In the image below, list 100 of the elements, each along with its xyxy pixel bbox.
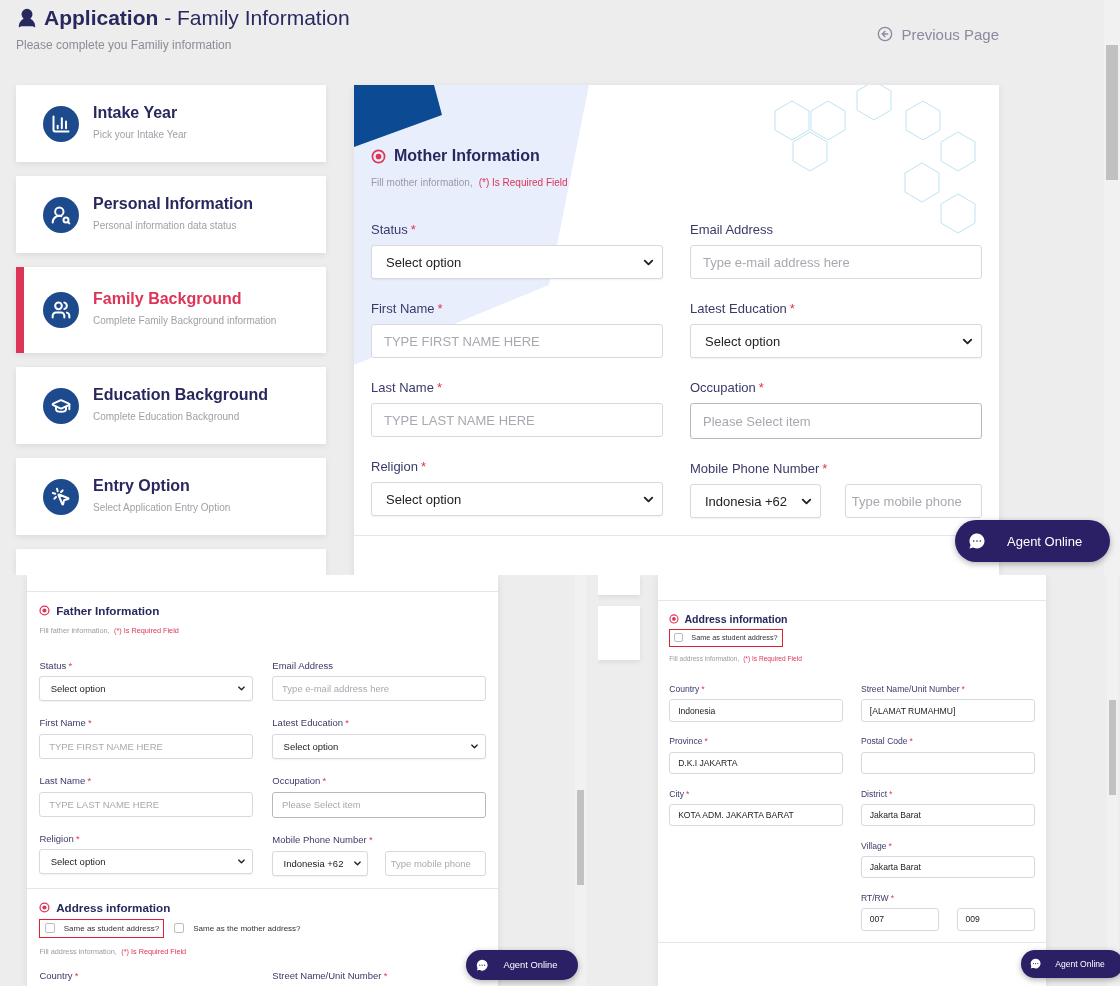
step-card[interactable] [598,606,640,660]
bar-chart-icon [43,105,79,142]
field-label: Country * [39,970,80,982]
field-label: Country * [669,684,706,695]
chat-icon [474,957,489,973]
step-subtitle: Complete Family Background information [93,314,278,328]
text-field[interactable]: Type e-mail address here [272,676,486,702]
field-label: Last Name * [39,774,93,786]
field-label: First Name * [39,717,93,729]
field-label: Mobile Phone Number * [690,461,829,476]
step-title: Personal Information [93,194,255,213]
field-label: First Name * [371,301,444,316]
page-subtitle: Please complete you Familiy information [16,38,233,52]
field-label: Street Name/Unit Number * [272,970,389,982]
agent-online-button[interactable]: Agent Online [466,950,578,981]
select-field[interactable]: Select option [371,482,663,516]
field-label: RT/RW * [860,893,896,903]
field-label: Postal Code * [860,736,914,747]
text-field[interactable]: TYPE LAST NAME HERE [39,791,253,817]
select-field[interactable]: Select option [690,324,982,358]
select-item-field[interactable]: Please Select item [690,403,982,439]
field-label: District * [860,788,894,799]
field-label: Status * [39,659,74,671]
scrollbar[interactable] [1104,0,1120,575]
checkbox[interactable] [44,923,55,934]
text-field[interactable]: TYPE FIRST NAME HERE [39,734,253,759]
country-code-select[interactable]: Indonesia +62 [690,484,822,518]
text-field[interactable]: [ALAMAT RUMAHMU] [860,699,1035,722]
step-card[interactable]: Personal Information Personal information data status [16,176,326,253]
field-label: Religion * [371,459,428,474]
caret-icon [469,741,481,752]
text-field[interactable]: Indonesia [669,699,844,722]
section-heading: Address information [684,613,788,625]
user-icon [43,196,79,233]
field-label: Religion * [39,832,81,844]
field-label: Occupation * [272,774,328,786]
field-label: Latest Education * [690,301,796,316]
select-item-field[interactable]: Please Select item [272,791,486,819]
phone-field[interactable]: Type mobile phone [385,850,486,876]
section-heading: Father Information [56,604,160,617]
text-field[interactable]: Jakarta Barat [860,803,1035,827]
field-label: Last Name * [371,380,443,395]
agent-online-button[interactable]: Agent Online [1021,950,1120,978]
step-card[interactable]: Intake Year Pick your Intake Year [16,85,326,162]
field-label: Province * [669,736,709,747]
chat-icon [1028,957,1043,971]
step-subtitle: Complete Education Background [93,409,241,424]
text-field[interactable]: KOTA ADM. JAKARTA BARAT [669,803,844,827]
field-label: Mobile Phone Number * [272,834,374,846]
text-field[interactable]: Type e-mail address here [690,245,982,279]
step-title: Education Background [93,385,270,404]
people-icon [43,292,79,328]
checkbox-option[interactable]: Same as the mother address? [168,918,306,938]
text-field[interactable]: Jakarta Barat [860,856,1035,879]
agent-online-button[interactable]: Agent Online [955,520,1111,562]
section-heading: Mother Information [394,147,540,165]
text-field[interactable]: 007 [860,908,940,931]
checkbox-option[interactable]: Same as student address? [39,918,165,938]
step-subtitle: Select Application Entry Option [93,500,232,515]
field-label: Street Name/Unit Number * [860,684,966,695]
field-label: Status * [371,222,417,237]
field-label: Email Address [690,222,775,237]
target-icon [39,902,51,914]
chat-icon [967,531,987,551]
scrollbar[interactable] [575,575,586,986]
select-field[interactable]: Select option [272,734,486,759]
step-subtitle: Personal information data status [93,218,238,233]
target-icon [39,605,51,616]
scrollbar[interactable] [1107,575,1118,986]
field-label: Email Address [272,659,334,671]
select-field[interactable]: Select option [39,849,253,875]
section-note: Fill mother information, (*) Is Required Field [371,177,569,188]
step-subtitle: Pick your Intake Year [93,127,188,142]
step-card[interactable]: Entry Option Select Application Entry Option [16,458,326,535]
phone-field[interactable]: Type mobile phone [844,484,982,518]
step-card[interactable]: Education Background Complete Education Background [16,367,326,444]
pointer-click-icon [43,478,79,515]
graduation-cap-icon [43,387,79,424]
step-title: Intake Year [93,103,179,122]
target-icon [669,614,680,624]
text-field[interactable]: TYPE LAST NAME HERE [371,403,663,437]
step-card[interactable]: Family Background Complete Family Background information [16,267,326,353]
text-field[interactable]: D.K.I JAKARTA [669,751,844,775]
field-label: Village * [860,840,893,851]
select-field[interactable]: Select option [371,245,663,279]
step-title: Entry Option [93,476,191,495]
checkbox[interactable] [174,923,185,934]
text-field[interactable] [860,751,1035,775]
checkbox[interactable] [674,633,684,643]
target-icon [371,148,386,164]
section-heading: Address information [56,901,171,915]
field-label: Occupation * [690,380,765,395]
country-code-select[interactable]: Indonesia +62 [272,850,369,876]
text-field[interactable]: TYPE FIRST NAME HERE [371,324,663,358]
user-icon [16,7,38,29]
step-card[interactable] [598,575,640,595]
field-label: Latest Education * [272,717,350,729]
text-field[interactable]: 009 [956,908,1035,931]
select-field[interactable]: Select option [39,676,253,702]
step-title: Family Background [93,290,243,308]
